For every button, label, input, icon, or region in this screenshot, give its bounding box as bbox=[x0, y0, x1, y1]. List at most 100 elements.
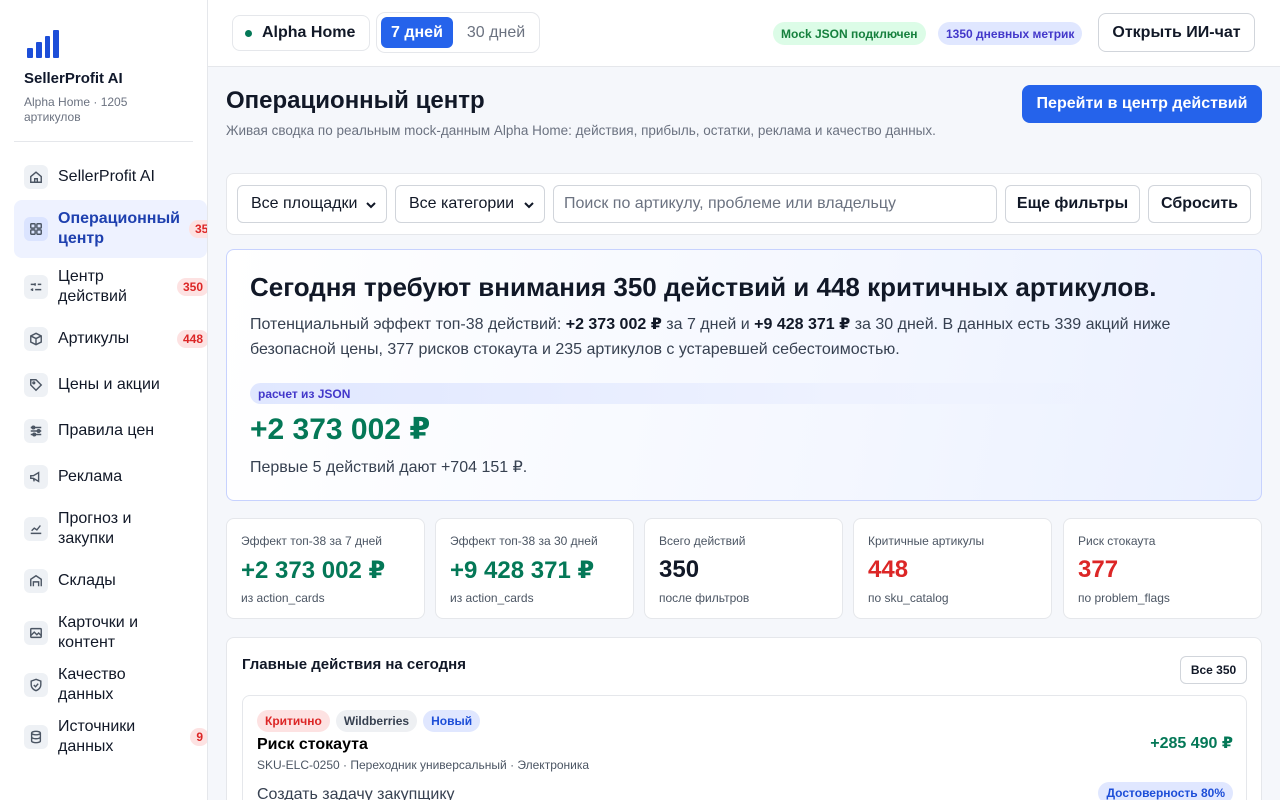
sidebar-item-operations[interactable]: Операционный центр 350 bbox=[14, 200, 207, 258]
effect-30-days: +9 428 371 ₽ bbox=[754, 316, 851, 333]
tasks-icon bbox=[24, 275, 48, 299]
kpi-card[interactable]: Критичные артикулы 448 по sku_catalog bbox=[853, 518, 1052, 619]
sidebar-item-label: Операционный центр bbox=[58, 210, 180, 247]
action-title: Риск стокаута bbox=[257, 736, 368, 753]
confidence-badge: Достоверность 80% bbox=[1098, 782, 1233, 800]
sidebar: SellerProfit AI Alpha Home · 1205 артику… bbox=[0, 0, 208, 800]
count-badge: 448 bbox=[176, 330, 207, 348]
database-icon bbox=[24, 725, 48, 749]
filters-bar: Все площадки Все категории Еще фильтры С… bbox=[226, 173, 1262, 235]
count-badge: 9 bbox=[190, 728, 207, 746]
sidebar-item-prices[interactable]: Цены и акции bbox=[14, 362, 207, 408]
tag-icon bbox=[24, 373, 48, 397]
chevron-down-icon bbox=[364, 198, 378, 212]
shield-icon bbox=[24, 673, 48, 697]
topbar: Alpha Home 7 дней 30 дней Mock JSON подк… bbox=[208, 0, 1280, 67]
sidebar-item-label: Источники данных bbox=[58, 718, 136, 755]
sidebar-item-label: Склады bbox=[58, 572, 116, 589]
kpi-source: из action_cards bbox=[450, 591, 534, 605]
sidebar-item-label: SellerProfit AI bbox=[58, 168, 155, 185]
sidebar-item-skus[interactable]: Артикулы 448 bbox=[14, 316, 207, 362]
sidebar-item-label: Качество данных bbox=[58, 666, 126, 703]
kpi-card[interactable]: Всего действий 350 после фильтров bbox=[644, 518, 843, 619]
action-meta: SKU-ELC-0250 · Переходник универсальный … bbox=[257, 758, 590, 772]
period-switch: 7 дней 30 дней bbox=[376, 12, 541, 53]
severity-badge: Критично bbox=[257, 710, 330, 732]
sidebar-item-label: Артикулы bbox=[58, 330, 130, 347]
kpi-value: 377 bbox=[1078, 556, 1119, 583]
sidebar-item-ads[interactable]: Реклама bbox=[14, 454, 207, 500]
home-icon bbox=[24, 165, 48, 189]
page-subtitle: Живая сводка по реальным mock-данным Alp… bbox=[226, 123, 936, 138]
sidebar-item-actions[interactable]: Центр действий 350 bbox=[14, 258, 207, 316]
top-actions-panel: Главные действия на сегодня Все 350 Крит… bbox=[226, 637, 1262, 800]
more-filters-button[interactable]: Еще фильтры bbox=[1005, 185, 1140, 223]
marketplace-select-value: Все площадки bbox=[251, 195, 358, 212]
kpi-source: по problem_flags bbox=[1078, 591, 1170, 605]
marketplace-select[interactable]: Все площадки bbox=[237, 185, 387, 223]
megaphone-icon bbox=[24, 465, 48, 489]
status-dot-icon bbox=[245, 29, 252, 37]
category-select[interactable]: Все категории bbox=[395, 185, 545, 223]
summary-text-part: за 7 дней и bbox=[661, 316, 755, 333]
kpi-label: Критичные артикулы bbox=[868, 534, 985, 548]
store-selector[interactable]: Alpha Home bbox=[232, 15, 371, 51]
summary-note: Первые 5 действий дают +704 151 ₽. bbox=[250, 459, 528, 476]
kpi-card[interactable]: Эффект топ-38 за 30 дней +9 428 371 ₽ из… bbox=[435, 518, 634, 619]
kpi-value: 350 bbox=[659, 556, 700, 583]
search-input[interactable] bbox=[553, 185, 997, 223]
summary-text-part: Потенциальный эффект топ-38 действий: bbox=[250, 316, 566, 333]
kpi-card[interactable]: Риск стокаута 377 по problem_flags bbox=[1063, 518, 1262, 619]
sidebar-item-warehouses[interactable]: Склады bbox=[14, 558, 207, 604]
summary-headline: Сегодня требуют внимания 350 действий и … bbox=[250, 272, 1157, 302]
kpi-card[interactable]: Эффект топ-38 за 7 дней +2 373 002 ₽ из … bbox=[226, 518, 425, 619]
period-30-days[interactable]: 30 дней bbox=[457, 17, 535, 48]
marketplace-badge: Wildberries bbox=[335, 710, 418, 732]
box-icon bbox=[24, 327, 48, 351]
brand-subtitle: Alpha Home · 1205 артикулов bbox=[24, 95, 128, 124]
sidebar-item-label: Карточки и контент bbox=[58, 614, 139, 651]
kpi-source: после фильтров bbox=[659, 591, 750, 605]
warehouse-icon bbox=[24, 569, 48, 593]
category-select-value: Все категории bbox=[409, 195, 515, 212]
period-7-days[interactable]: 7 дней bbox=[381, 17, 453, 48]
status-badge: Новый bbox=[423, 710, 481, 732]
go-to-actions-button[interactable]: Перейти в центр действий bbox=[1022, 85, 1262, 123]
kpi-value: +2 373 002 ₽ bbox=[241, 557, 386, 584]
grid-icon bbox=[24, 217, 48, 241]
sidebar-item-label: Центр действий bbox=[58, 268, 127, 305]
action-next-step: Создать задачу закупщику bbox=[257, 786, 455, 800]
effect-7-days: +2 373 002 ₽ bbox=[565, 316, 662, 333]
store-name: Alpha Home bbox=[262, 24, 356, 41]
sidebar-item-data-quality[interactable]: Качество данных bbox=[14, 662, 207, 708]
sidebar-item-label: Прогноз и закупки bbox=[58, 510, 132, 547]
sidebar-nav: SellerProfit AI Операционный центр 350 Ц… bbox=[0, 154, 207, 766]
brand: SellerProfit AI Alpha Home · 1205 артику… bbox=[0, 0, 207, 125]
sliders-icon bbox=[24, 419, 48, 443]
bar-chart-logo-icon bbox=[24, 26, 62, 62]
metrics-count-badge: 1350 дневных метрик bbox=[938, 22, 1083, 45]
action-tags: Критично Wildberries Новый bbox=[257, 710, 481, 732]
open-ai-chat-button[interactable]: Открыть ИИ-чат bbox=[1098, 13, 1255, 52]
page-title: Операционный центр bbox=[226, 87, 485, 114]
sidebar-item-home[interactable]: SellerProfit AI bbox=[14, 154, 207, 200]
action-effect: +285 490 ₽ bbox=[1150, 735, 1233, 752]
sidebar-item-data-sources[interactable]: Источники данных 9 bbox=[14, 708, 207, 766]
json-source-label: расчет из JSON bbox=[258, 386, 351, 401]
chevron-down-icon bbox=[522, 198, 536, 212]
kpi-value: 448 bbox=[868, 556, 909, 583]
kpi-value: +9 428 371 ₽ bbox=[450, 557, 595, 584]
sidebar-item-price-rules[interactable]: Правила цен bbox=[14, 408, 207, 454]
kpi-row: Эффект топ-38 за 7 дней +2 373 002 ₽ из … bbox=[226, 518, 1262, 619]
sidebar-item-forecast[interactable]: Прогноз и закупки bbox=[14, 500, 207, 558]
reset-filters-button[interactable]: Сбросить bbox=[1148, 185, 1251, 223]
action-card[interactable]: Критично Wildberries Новый Риск стокаута… bbox=[242, 695, 1247, 800]
all-actions-button[interactable]: Все 350 bbox=[1180, 656, 1247, 684]
attention-summary: Сегодня требуют внимания 350 действий и … bbox=[226, 249, 1262, 501]
mock-status-badge: Mock JSON подключен bbox=[773, 22, 926, 45]
sidebar-divider bbox=[14, 141, 193, 142]
sidebar-item-content[interactable]: Карточки и контент bbox=[14, 604, 207, 662]
brand-name: SellerProfit AI bbox=[24, 70, 123, 87]
chart-line-icon bbox=[24, 517, 48, 541]
kpi-label: Эффект топ-38 за 7 дней bbox=[241, 534, 382, 548]
